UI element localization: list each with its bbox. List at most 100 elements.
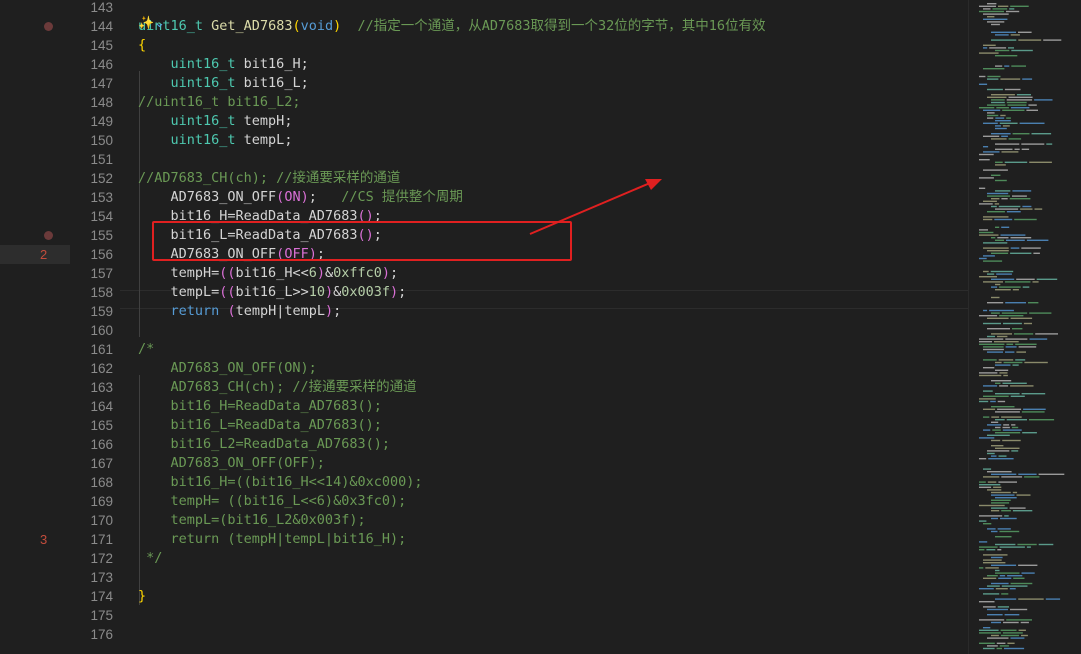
minimap-line (987, 608, 1008, 611)
minimap-line (993, 486, 1002, 488)
minimap-line (995, 393, 1020, 395)
minimap-line (995, 361, 1002, 364)
minimap-line (1007, 575, 1023, 577)
minimap-line (987, 452, 995, 455)
minimap-line (997, 335, 1008, 338)
minimap-line (1008, 47, 1014, 49)
minimap-line (983, 346, 1004, 348)
minimap-line (998, 205, 1021, 208)
minimap-line (995, 239, 1004, 241)
minimap-line (992, 8, 1008, 10)
minimap-line (999, 315, 1024, 317)
minimap-line (995, 65, 1003, 67)
minimap-line (983, 416, 990, 418)
minimap-line (979, 458, 987, 460)
minimap-line (987, 335, 995, 338)
minimap-line (995, 179, 1007, 182)
minimap-line (1018, 598, 1044, 600)
minimap-line (1008, 96, 1033, 98)
minimap-line (991, 252, 1009, 254)
minimap-line (991, 621, 1001, 624)
minimap-line (1011, 426, 1019, 429)
minimap-line (979, 549, 985, 551)
minimap-line (991, 198, 1000, 200)
minimap-line (1024, 361, 1048, 364)
minimap-line (994, 218, 1013, 221)
minimap-line (979, 75, 986, 78)
minimap-line (1003, 374, 1008, 377)
minimap-line (1045, 598, 1061, 600)
minimap-line (995, 283, 1001, 286)
minimap-line (1020, 208, 1033, 210)
minimap-line (997, 400, 1006, 403)
minimap-line (983, 200, 997, 202)
minimap-line (997, 237, 1009, 239)
minimap-line (991, 491, 1011, 494)
minimap-line (991, 380, 1012, 382)
minimap-line (1016, 278, 1035, 280)
minimap-line (987, 450, 1010, 452)
minimap-line (1009, 8, 1015, 10)
minimap-line (1004, 65, 1010, 67)
minimap-line (995, 588, 1008, 590)
minimap-line (997, 528, 1011, 530)
minimap-line (999, 530, 1020, 533)
minimap-line (987, 112, 995, 114)
minimap-line (1004, 161, 1028, 163)
minimap-line (1029, 161, 1052, 163)
minimap-line (979, 546, 998, 548)
minimap-line (987, 424, 1002, 426)
minimap-line (979, 343, 1005, 345)
minimap[interactable] (968, 0, 1081, 654)
minimap-line (979, 629, 999, 631)
minimap-line (995, 164, 1006, 166)
minimap-line (987, 16, 995, 18)
minimap-line (987, 250, 1009, 252)
minimap-line (997, 606, 1009, 608)
minimap-line (1010, 395, 1025, 397)
minimap-line (979, 159, 990, 161)
minimap-line (987, 192, 1009, 195)
minimap-line (987, 351, 1003, 353)
minimap-line (999, 385, 1009, 387)
minimap-line (983, 429, 991, 431)
minimap-line (983, 408, 996, 410)
minimap-line (979, 601, 995, 603)
minimap-line (1035, 333, 1058, 335)
minimap-line (995, 364, 1011, 366)
minimap-line (979, 400, 989, 403)
minimap-line (999, 122, 1018, 124)
minimap-line (987, 645, 998, 647)
code-editor[interactable]: 23 143 144 145 146 147 148 149 150 151 152 153 154 1… (0, 0, 1081, 654)
minimap-line (995, 598, 1017, 600)
minimap-line (995, 419, 1005, 421)
minimap-line (1010, 637, 1025, 639)
minimap-line (987, 528, 996, 530)
minimap-line (995, 55, 1018, 57)
minimap-line (979, 567, 984, 569)
minimap-line (1015, 343, 1037, 345)
minimap-line (1018, 31, 1032, 33)
minimap-line (989, 309, 1014, 312)
minimap-line (1000, 78, 1021, 80)
minimap-line (1005, 281, 1031, 283)
minimap-line (979, 187, 986, 189)
minimap-line (991, 473, 1017, 475)
minimap-line (979, 83, 988, 85)
minimap-line (983, 18, 1008, 20)
minimap-line (979, 10, 1004, 13)
minimap-line (1016, 494, 1031, 496)
minimap-line (995, 426, 1001, 429)
minimap-line (983, 385, 998, 387)
minimap-line (1021, 634, 1028, 637)
minimap-line (1016, 351, 1026, 353)
minimap-line (1000, 234, 1026, 236)
minimap-line (986, 549, 996, 551)
minimap-line (979, 229, 988, 231)
minimap-line (989, 47, 1007, 49)
minimap-line (983, 47, 988, 49)
minimap-line (995, 226, 1000, 228)
minimap-line (998, 5, 1009, 7)
minimap-line (983, 169, 1008, 171)
minimap-line (995, 143, 1020, 145)
